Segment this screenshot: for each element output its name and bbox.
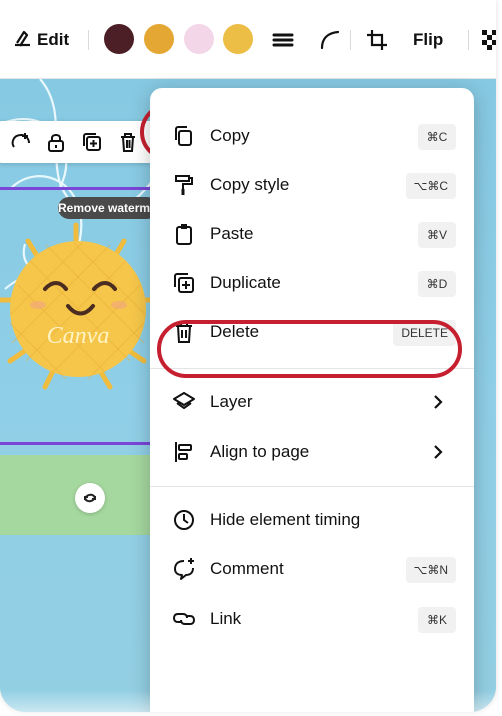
lock-button[interactable] <box>44 130 68 154</box>
comment-icon <box>172 557 196 581</box>
clock-icon <box>172 508 196 532</box>
menu-item-link[interactable]: Link ⌘K <box>150 595 474 643</box>
edit-icon <box>12 28 37 53</box>
color-swatch-3[interactable] <box>184 24 214 54</box>
flip-label: Flip <box>413 30 444 49</box>
color-swatch-4[interactable] <box>223 24 253 54</box>
color-swatch-2[interactable] <box>144 24 174 54</box>
menu-item-duplicate[interactable]: Duplicate ⌘D <box>150 259 474 307</box>
menu-item-delete[interactable]: Delete DELETE <box>150 308 474 356</box>
duplicate-icon <box>172 271 196 295</box>
menu-item-comment[interactable]: Comment ⌥⌘N <box>150 545 474 593</box>
crop-icon <box>367 30 387 50</box>
corner-rounding-button[interactable] <box>318 22 342 58</box>
menu-item-copy-style[interactable]: Copy style ⌥⌘C <box>150 161 474 209</box>
shortcut-copy-style: ⌥⌘C <box>405 173 456 199</box>
duplicate-element-button[interactable] <box>80 130 104 154</box>
trash-icon <box>121 133 135 152</box>
menu-divider <box>150 368 474 369</box>
layers-icon <box>172 390 196 414</box>
delete-element-button[interactable] <box>116 130 140 154</box>
rotate-button[interactable] <box>75 483 105 513</box>
edit-label: Edit <box>37 30 70 49</box>
shortcut-copy: ⌘C <box>418 124 456 150</box>
transparency-icon <box>482 30 496 50</box>
flip-button[interactable]: Flip <box>413 22 443 58</box>
paint-roller-icon <box>172 173 196 197</box>
clipboard-icon <box>172 222 196 246</box>
lock-icon <box>48 134 64 152</box>
remove-watermark-badge[interactable]: Remove watermark <box>58 197 158 219</box>
menu-label-hide-element-timing: Hide element timing <box>210 510 361 529</box>
corner-icon <box>320 30 340 50</box>
shortcut-delete: DELETE <box>393 320 456 346</box>
sun-graphic[interactable]: Canva <box>0 211 165 416</box>
menu-item-paste[interactable]: Paste ⌘V <box>150 210 474 258</box>
replace-button[interactable] <box>8 130 32 154</box>
toolbar-divider <box>350 30 351 50</box>
align-icon <box>172 440 196 464</box>
copy-icon <box>172 124 196 148</box>
canva-editor-view: Edit Flip Canva Remove watermark Copy ⌘C… <box>0 0 496 712</box>
chevron-right-icon <box>434 445 443 459</box>
toolbar-divider <box>88 30 89 50</box>
trash-icon <box>172 320 196 344</box>
line-style-icon <box>272 33 294 47</box>
screenshot-frame: Edit Flip Canva Remove watermark Copy ⌘C… <box>0 0 502 716</box>
top-toolbar: Edit Flip <box>0 0 496 79</box>
menu-item-copy[interactable]: Copy ⌘C <box>150 112 474 160</box>
transparency-button[interactable] <box>480 22 496 58</box>
shortcut-paste: ⌘V <box>418 222 456 248</box>
line-style-button[interactable] <box>272 22 294 58</box>
edit-button[interactable]: Edit <box>12 22 69 58</box>
replace-icon <box>11 133 30 148</box>
sun-illustration: Canva <box>0 222 161 390</box>
menu-item-align-to-page[interactable]: Align to page <box>150 428 474 476</box>
crop-button[interactable] <box>365 22 389 58</box>
watermark-text: Canva <box>47 323 110 349</box>
rotate-icon <box>84 493 96 503</box>
shortcut-duplicate: ⌘D <box>418 271 456 297</box>
chevron-right-icon <box>434 395 443 409</box>
shortcut-comment: ⌥⌘N <box>405 557 456 583</box>
menu-item-layer[interactable]: Layer <box>150 378 474 426</box>
duplicate-icon <box>83 133 101 151</box>
context-menu: Copy ⌘C Copy style ⌥⌘C Paste ⌘V Duplicat… <box>150 88 474 712</box>
color-swatch-1[interactable] <box>104 24 134 54</box>
menu-item-hide-element-timing[interactable]: Hide element timing <box>150 496 474 544</box>
toolbar-divider <box>468 30 469 50</box>
shortcut-link: ⌘K <box>418 607 456 633</box>
menu-divider <box>150 486 474 487</box>
link-icon <box>172 607 196 631</box>
